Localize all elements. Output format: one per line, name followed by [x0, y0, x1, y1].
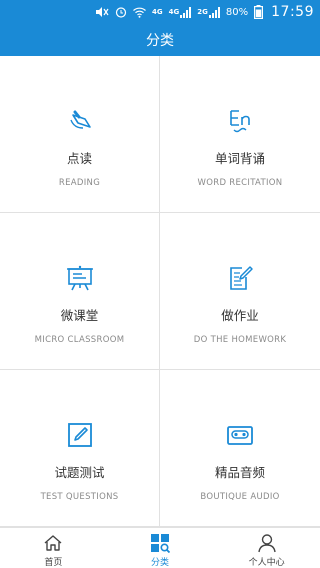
network-type-b: 4G [168, 8, 180, 16]
category-sublabel: WORD RECITATION [197, 178, 283, 188]
battery-level: 80% [225, 6, 249, 18]
cassette-icon [225, 420, 255, 450]
category-test-questions[interactable]: 试题测试 TEST QUESTIONS [0, 370, 160, 527]
category-label: 试题测试 [54, 465, 105, 480]
nav-label: 首页 [44, 558, 63, 568]
status-bar: 4G 4G 2G 80% 17:59 [0, 0, 320, 24]
category-sublabel: READING [58, 178, 101, 188]
signal-icon: 4G [169, 0, 192, 24]
category-label: 微课堂 [60, 308, 99, 323]
category-sublabel: TEST QUESTIONS [40, 492, 119, 502]
nav-label: 个人中心 [248, 558, 285, 568]
reading-pen-icon [65, 106, 95, 136]
nav-home[interactable]: 首页 [0, 528, 107, 568]
alarm-clock-icon [115, 0, 127, 24]
status-time: 17:59 [271, 4, 314, 20]
category-grid: 点读 READING 单词背诵 WORD RECITATION 微课堂 MICR [0, 56, 320, 527]
wifi-icon [133, 0, 146, 24]
category-reading[interactable]: 点读 READING [0, 56, 160, 213]
battery-icon [254, 0, 264, 24]
signal-icon-2: 2G [197, 0, 220, 24]
category-sublabel: MICRO CLASSROOM [34, 335, 125, 345]
category-sublabel: DO THE HOMEWORK [193, 335, 287, 345]
category-label: 点读 [66, 151, 92, 166]
category-do-homework[interactable]: 做作业 DO THE HOMEWORK [160, 213, 320, 370]
category-boutique-audio[interactable]: 精品音频 BOUTIQUE AUDIO [160, 370, 320, 527]
page-title: 分类 [146, 33, 174, 49]
category-word-recitation[interactable]: 单词背诵 WORD RECITATION [160, 56, 320, 213]
nav-profile[interactable]: 个人中心 [213, 528, 320, 568]
person-icon [256, 532, 278, 554]
nav-label: 分类 [151, 558, 170, 568]
network-type-c: 2G [197, 8, 208, 16]
presentation-board-icon [65, 263, 95, 293]
title-bar: 分类 [0, 24, 320, 56]
bottom-nav: 首页 分类 个人中心 [0, 527, 320, 568]
home-icon [42, 532, 64, 554]
network-type-a: 4G [152, 8, 163, 16]
pencil-square-icon [65, 420, 95, 450]
category-label: 做作业 [221, 308, 259, 323]
category-label: 精品音频 [214, 465, 265, 480]
homework-edit-icon [225, 263, 255, 293]
nav-category[interactable]: 分类 [107, 528, 214, 568]
mute-icon [95, 0, 109, 24]
category-sublabel: BOUTIQUE AUDIO [200, 492, 280, 502]
category-micro-classroom[interactable]: 微课堂 MICRO CLASSROOM [0, 213, 160, 370]
category-grid-icon [149, 532, 171, 554]
en-word-icon [225, 106, 255, 136]
category-label: 单词背诵 [214, 151, 265, 166]
